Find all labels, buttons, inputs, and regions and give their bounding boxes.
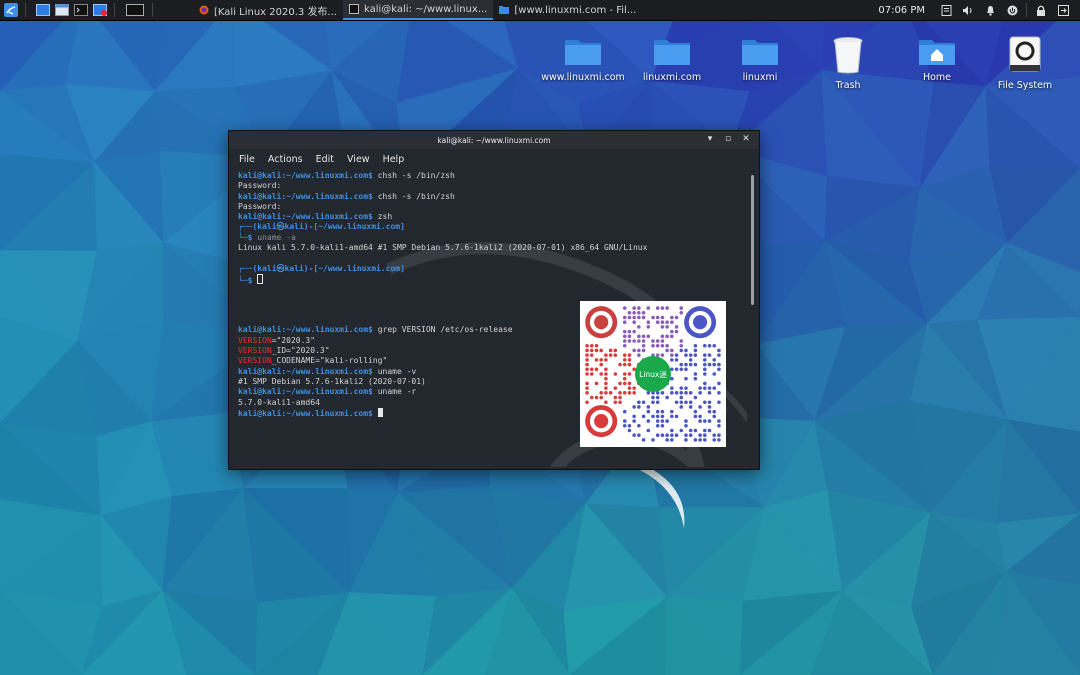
- terminal-scrollbar[interactable]: [749, 171, 757, 467]
- desktop-icon-linuxmi-com[interactable]: linuxmi.com: [632, 36, 712, 83]
- terminal-line: Password:: [238, 181, 282, 191]
- qr-badge: Linux迷: [635, 356, 671, 392]
- logout-icon[interactable]: [1056, 3, 1070, 17]
- panel-separator: [1026, 3, 1027, 17]
- trash-icon: [833, 37, 863, 74]
- terminal-line: └─$: [238, 273, 747, 285]
- window-titlebar[interactable]: kali@kali: ~/www.linuxmi.com ▾ ▫ ✕: [229, 131, 759, 149]
- volume-icon[interactable]: [961, 3, 975, 17]
- menu-file[interactable]: File: [239, 154, 255, 165]
- desktop-icon-linuxmi[interactable]: linuxmi: [720, 36, 800, 83]
- terminal-cursor: [257, 273, 264, 284]
- lock-icon[interactable]: [1034, 3, 1048, 17]
- top-panel: [Kali Linux 2020.3 发布... kali@kali: ~/ww…: [0, 0, 1080, 21]
- power-icon[interactable]: [1005, 3, 1019, 17]
- menu-actions[interactable]: Actions: [268, 154, 303, 165]
- taskbar-item-label: [Kali Linux 2020.3 发布...: [214, 6, 337, 18]
- folder-icon: [499, 5, 510, 15]
- taskbar-item-file-manager[interactable]: [www.linuxmi.com - Fil...: [493, 0, 642, 20]
- maximize-button[interactable]: ▫: [723, 134, 733, 144]
- home-folder-icon: [919, 40, 955, 65]
- desktop-icon-www-linuxmi-com[interactable]: www.linuxmi.com: [541, 36, 625, 83]
- qr-badge-label: Linux迷: [639, 369, 667, 379]
- terminal-cursor: [377, 407, 383, 417]
- desktop-icon-label: www.linuxmi.com: [541, 72, 625, 83]
- terminal-menubar: File Actions Edit View Help: [229, 149, 759, 169]
- system-tray: 07:06 PM: [878, 0, 1080, 20]
- scrollbar-thumb[interactable]: [751, 175, 754, 305]
- workspace-switcher-icon[interactable]: [124, 3, 146, 17]
- close-button[interactable]: ✕: [741, 134, 751, 144]
- show-desktop-icon[interactable]: [35, 3, 51, 17]
- terminal-line: Linux kali 5.7.0-kali1-amd64 #1 SMP Debi…: [238, 243, 648, 253]
- terminal-line: kali@kali:~/www.linuxmi.com$ zsh: [238, 212, 393, 222]
- desktop-icon-label: linuxmi: [742, 72, 778, 83]
- taskbar-item-browser[interactable]: [Kali Linux 2020.3 发布...: [193, 0, 343, 20]
- clock[interactable]: 07:06 PM: [878, 5, 925, 16]
- folder-icon: [654, 40, 690, 65]
- terminal-line: ┌──(kali㉿kali)-[~/www.linuxmi.com]: [238, 263, 405, 273]
- desktop-icon-label: Home: [922, 72, 952, 83]
- desktop-icon-label: Trash: [835, 80, 861, 91]
- terminal-icon: [348, 4, 359, 14]
- window-title: kali@kali: ~/www.linuxmi.com: [437, 135, 551, 145]
- terminal-line: kali@kali:~/www.linuxmi.com$ chsh -s /bi…: [238, 171, 455, 180]
- menu-edit[interactable]: Edit: [316, 154, 334, 165]
- desktop-icon-home[interactable]: Home: [897, 36, 977, 83]
- minimize-button[interactable]: ▾: [705, 134, 715, 144]
- panel-separator: [25, 3, 26, 17]
- terminal-launcher-icon[interactable]: [73, 3, 89, 17]
- kali-menu-icon[interactable]: [3, 3, 19, 17]
- file-manager-icon[interactable]: [54, 3, 70, 17]
- panel-separator: [152, 3, 153, 17]
- menu-view[interactable]: View: [347, 154, 370, 165]
- browser-launcher-icon[interactable]: [92, 3, 108, 17]
- folder-icon: [742, 40, 778, 65]
- desktop-icon-file-system[interactable]: File System: [985, 36, 1065, 91]
- notification-bell-icon[interactable]: [983, 3, 997, 17]
- terminal-line: Password:: [238, 201, 282, 211]
- notes-icon[interactable]: [939, 3, 953, 17]
- folder-icon: [565, 40, 601, 65]
- menu-help[interactable]: Help: [383, 154, 405, 165]
- qr-code-watermark: Linux迷: [580, 301, 726, 447]
- panel-separator: [114, 3, 115, 17]
- taskbar-item-label: [www.linuxmi.com - Fil...: [514, 4, 637, 16]
- drive-icon: [1009, 36, 1041, 72]
- taskbar-item-terminal[interactable]: kali@kali: ~/www.linux...: [342, 0, 494, 20]
- window-controls: ▾ ▫ ✕: [705, 134, 751, 144]
- taskbar-item-label: kali@kali: ~/www.linux...: [363, 3, 488, 15]
- desktop-icon-trash[interactable]: Trash: [808, 36, 888, 91]
- firefox-icon: [199, 5, 209, 15]
- terminal-line: └─$ uname -a: [238, 232, 296, 242]
- terminal-line: kali@kali:~/www.linuxmi.com$ chsh -s /bi…: [238, 191, 455, 201]
- terminal-line: ┌──(kali㉿kali)-[~/www.linuxmi.com]: [238, 222, 405, 232]
- desktop-icon-label: File System: [997, 80, 1053, 91]
- desktop-icon-label: linuxmi.com: [642, 72, 702, 83]
